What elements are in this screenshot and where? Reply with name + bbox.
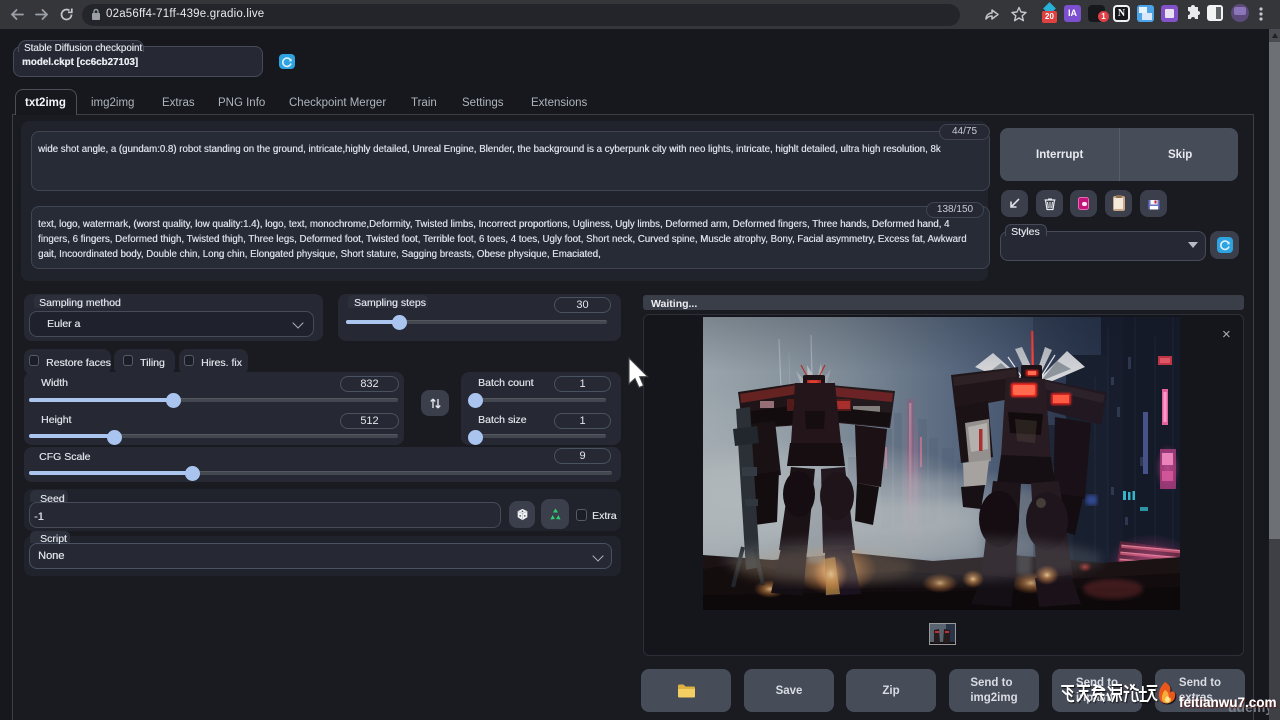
svg-text:feitianwu7.com: feitianwu7.com [1179,695,1277,710]
